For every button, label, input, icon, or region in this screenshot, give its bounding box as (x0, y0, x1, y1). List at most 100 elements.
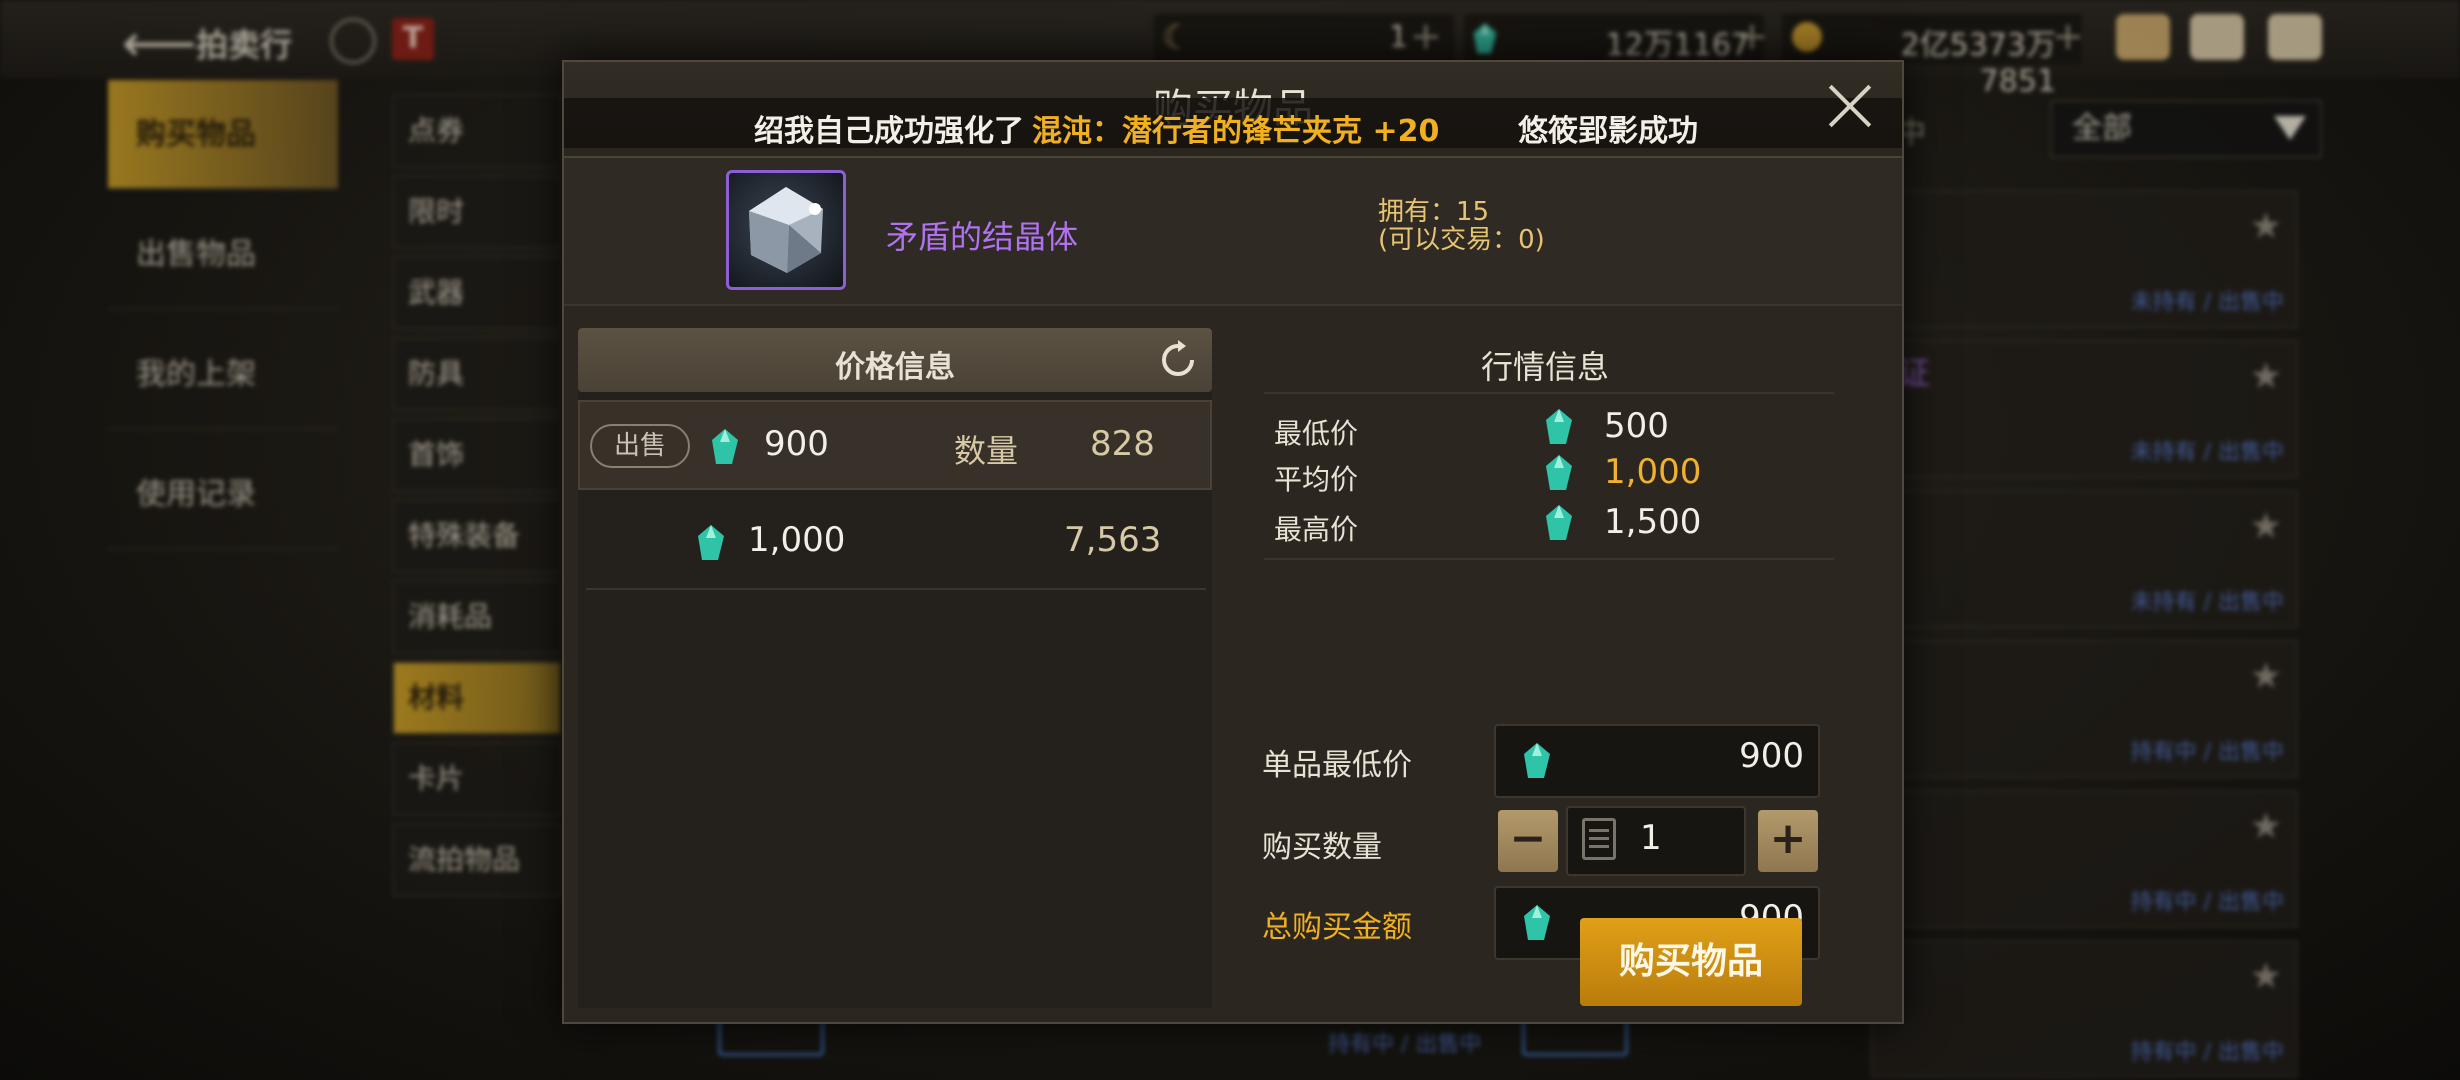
unit-price-field: 900 (1494, 724, 1820, 798)
max-price-value: 1,500 (1604, 502, 1702, 542)
notice-prefix: 绍我自己成功强化了 (754, 114, 1024, 149)
gem-icon (1546, 455, 1572, 490)
purchase-qty-label: 购买数量 (1262, 830, 1382, 865)
quantity-value: 7,563 (1064, 520, 1162, 560)
crystal-item-icon (726, 170, 846, 290)
gem-icon (1524, 743, 1550, 778)
chat-icon[interactable] (2268, 14, 2322, 60)
buy-item-button[interactable]: 购买物品 (1580, 918, 1802, 1006)
category-item[interactable]: 卡片 (392, 742, 562, 816)
moon-coin-icon: ☾ (1162, 18, 1193, 58)
star-icon[interactable]: ★ (2250, 656, 2282, 697)
gold-coin-icon (1792, 22, 1822, 52)
category-item[interactable]: 防具 (392, 337, 562, 411)
star-icon[interactable]: ★ (2250, 956, 2282, 997)
min-price-value: 500 (1604, 406, 1669, 446)
quantity-value: 828 (1090, 424, 1155, 464)
t-badge-icon[interactable]: T (392, 18, 434, 60)
price-row[interactable]: 1,000 7,563 (578, 498, 1212, 588)
dialog-header: 购买物品 绍我自己成功强化了 混沌：潜行者的锋芒夹克 +20 悠筱郢影成功 (564, 62, 1902, 158)
listing-card[interactable]: ★ 持有中 / 出售中 (1870, 640, 2298, 778)
avg-price-label: 平均价 (1274, 463, 1359, 496)
buy-item-dialog: 购买物品 绍我自己成功强化了 混沌：潜行者的锋芒夹克 +20 悠筱郢影成功 矛盾… (562, 60, 1904, 1024)
total-amount-label: 总购买金额 (1262, 910, 1412, 945)
price-info-title: 价格信息 (835, 350, 955, 385)
price-info-panel: 价格信息 出售 900 数量 828 1,000 7,563 (578, 328, 1212, 1008)
unit-price-label: 单品最低价 (1262, 748, 1412, 783)
bag-icon[interactable] (2116, 14, 2170, 60)
listing-status: 持有中 / 出售中 (1328, 1032, 1482, 1057)
notice-suffix: 悠筱郢影成功 (1518, 114, 1698, 149)
currency-2-value: 12万1167 (1605, 28, 1750, 63)
category-item-active[interactable]: 材料 (392, 661, 562, 735)
mail-icon[interactable] (2190, 14, 2244, 60)
category-item[interactable]: 武器 (392, 256, 562, 330)
gem-icon (1473, 23, 1497, 54)
market-info-panel: 行情信息 最低价 500 平均价 1,000 最高价 1,500 单品最低价 9… (1254, 328, 1888, 1008)
price-info-header: 价格信息 (578, 328, 1212, 392)
unit-price-value: 900 (1739, 736, 1804, 776)
close-icon[interactable] (1826, 82, 1874, 130)
category-item[interactable]: 点券 (392, 94, 562, 168)
listing-card[interactable]: ★ 未持有 / 出售中 (1870, 490, 2298, 628)
star-icon[interactable]: ★ (2250, 506, 2282, 547)
listing-status: 持有中 / 出售中 (2130, 1040, 2284, 1065)
owned-count: 拥有：15 (可以交易：0) (1378, 198, 1545, 254)
add-currency-2-icon[interactable]: + (1736, 14, 1768, 58)
tradeable-text: (可以交易：0) (1378, 225, 1545, 255)
crystal-icon (749, 187, 823, 273)
nav-buy-items[interactable]: 购买物品 (108, 80, 338, 190)
min-price-label: 最低价 (1274, 417, 1359, 450)
category-item[interactable]: 特殊装备 (392, 499, 562, 573)
refresh-icon[interactable] (1158, 340, 1198, 380)
listing-card[interactable]: ★ 持有中 / 出售中 (1870, 940, 2298, 1078)
purchase-qty-value: 1 (1640, 818, 1662, 858)
price-value: 1,000 (748, 520, 846, 560)
gem-icon (1546, 409, 1572, 444)
listing-status: 持有中 / 出售中 (2130, 890, 2284, 915)
listing-status: 持有中 / 出售中 (2130, 740, 2284, 765)
star-icon[interactable]: ★ (2250, 806, 2282, 847)
currency-1-value: 1 (1388, 20, 1408, 55)
gem-icon (712, 429, 738, 464)
calculator-icon[interactable] (1582, 818, 1616, 860)
row-divider (586, 588, 1206, 590)
increase-qty-button[interactable]: + (1758, 810, 1818, 872)
listing-card[interactable]: ★ 未持有 / 出售中 (1870, 190, 2298, 328)
item-name: 矛盾的结晶体 (886, 218, 1079, 256)
nav-usage-history[interactable]: 使用记录 (108, 440, 338, 550)
purchase-qty-input[interactable]: 1 (1566, 806, 1746, 876)
notice-item-name: 混沌：潜行者的锋芒夹克 +20 (1032, 114, 1440, 149)
sell-badge: 出售 (590, 424, 690, 468)
add-currency-3-icon[interactable]: + (2052, 14, 2084, 58)
category-item[interactable]: 首饰 (392, 418, 562, 492)
filter-select[interactable]: 全部 (2050, 100, 2322, 158)
gem-icon (698, 525, 724, 560)
currency-box-1 (1154, 14, 1454, 64)
category-item[interactable]: 消耗品 (392, 580, 562, 654)
back-arrow-icon[interactable]: ⟵ (122, 14, 197, 74)
listing-status: 未持有 / 出售中 (2130, 440, 2284, 465)
listing-card[interactable]: ★ 持有中 / 出售中 (1870, 790, 2298, 928)
category-item[interactable]: 流拍物品 (392, 823, 562, 897)
auction-house-title: 拍卖行 (196, 26, 293, 64)
add-currency-1-icon[interactable]: + (1410, 14, 1442, 58)
dropdown-arrow-icon (2274, 116, 2306, 140)
category-item[interactable]: 限时 (392, 175, 562, 249)
gem-icon (1546, 505, 1572, 540)
gem-icon (1524, 905, 1550, 940)
market-divider-bottom (1264, 558, 1834, 560)
price-row-selected[interactable]: 出售 900 数量 828 (578, 400, 1212, 490)
nav-sell-items[interactable]: 出售物品 (108, 200, 338, 310)
avg-price-value: 1,000 (1604, 452, 1702, 492)
listing-status: 未持有 / 出售中 (2130, 590, 2284, 615)
listing-card[interactable]: ★ 未持有 / 出售中 (1870, 340, 2298, 478)
star-icon[interactable]: ★ (2250, 206, 2282, 247)
owned-text: 拥有：15 (1378, 197, 1490, 227)
star-icon[interactable]: ★ (2250, 356, 2282, 397)
decrease-qty-button[interactable]: − (1498, 810, 1558, 872)
item-info-row: 矛盾的结晶体 拥有：15 (可以交易：0) (564, 158, 1902, 306)
nav-my-listings[interactable]: 我的上架 (108, 320, 338, 430)
eye-icon[interactable] (330, 18, 376, 64)
quantity-label: 数量 (954, 432, 1019, 470)
